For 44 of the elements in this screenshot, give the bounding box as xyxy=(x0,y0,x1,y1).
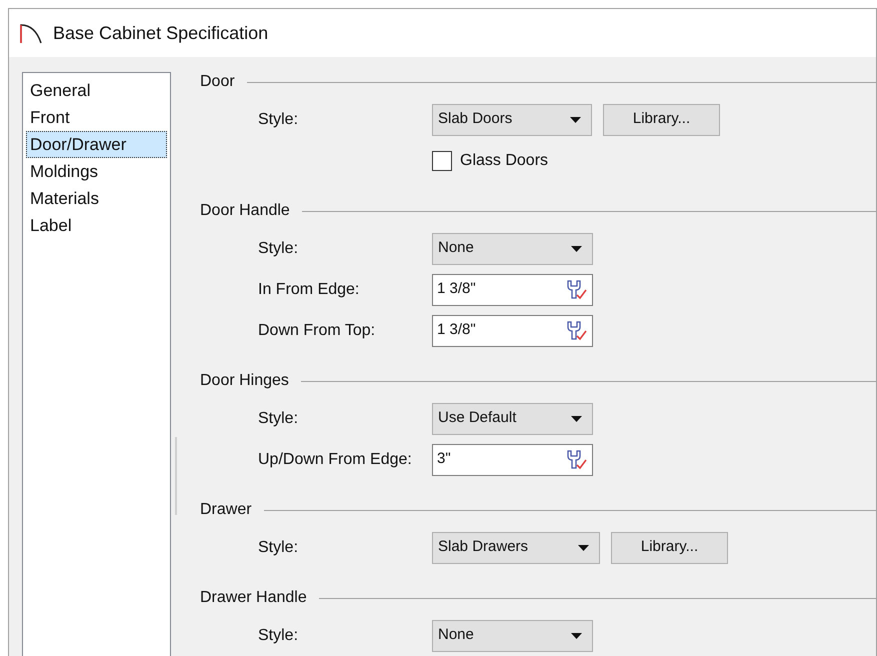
caret-icon xyxy=(571,416,582,422)
caret-icon xyxy=(571,632,582,638)
style-dropdown[interactable]: None xyxy=(432,620,593,652)
section-heading: Door Hinges xyxy=(200,371,289,391)
field-label: Style: xyxy=(257,538,300,558)
measurement-field[interactable]: 3" xyxy=(432,444,593,476)
field-label: Up/Down From Edge: xyxy=(257,450,413,470)
sidebar-item[interactable]: Front xyxy=(26,104,167,131)
library-button[interactable]: Library... xyxy=(611,532,728,564)
section-heading: Drawer xyxy=(200,500,252,520)
sidebar-item[interactable]: Door/Drawer xyxy=(26,131,167,158)
dropdown-value: None xyxy=(438,238,474,258)
field-label: Style: xyxy=(257,408,300,428)
caret-icon xyxy=(578,544,589,550)
field-label: Style: xyxy=(257,238,300,258)
field-label: Style: xyxy=(257,110,300,130)
field-label: Down From Top: xyxy=(257,320,376,340)
caret-icon xyxy=(571,246,582,252)
checkbox-label: Glass Doors xyxy=(460,150,548,170)
section-heading: Door xyxy=(200,72,235,92)
arch-icon xyxy=(19,22,43,44)
dropdown-value: None xyxy=(438,625,474,646)
sidebar-item[interactable]: Materials xyxy=(26,185,167,212)
style-dropdown[interactable]: None xyxy=(432,232,593,264)
library-button[interactable]: Library... xyxy=(603,104,720,136)
splitter-handle[interactable] xyxy=(175,437,177,515)
section-heading: Drawer Handle xyxy=(200,588,307,608)
style-dropdown[interactable]: Slab Doors xyxy=(432,104,592,136)
dropdown-value: Use Default xyxy=(438,408,516,428)
field-label: In From Edge: xyxy=(257,280,360,300)
style-dropdown[interactable]: Use Default xyxy=(432,402,593,434)
caret-icon xyxy=(570,116,581,122)
sidebar-item[interactable]: Moldings xyxy=(26,158,167,185)
measurement-field[interactable]: 1 3/8" xyxy=(432,274,593,306)
sidebar-item[interactable]: Label xyxy=(26,212,167,239)
dropdown-value: Slab Drawers xyxy=(438,537,528,558)
dropdown-value: Slab Doors xyxy=(438,109,512,130)
window-title: Base Cabinet Specification xyxy=(53,22,268,45)
measurement-field[interactable]: 1 3/8" xyxy=(432,314,593,346)
sidebar-item[interactable]: General xyxy=(26,77,167,104)
section-heading: Door Handle xyxy=(200,201,290,221)
checkbox[interactable] xyxy=(432,150,452,170)
style-dropdown[interactable]: Slab Drawers xyxy=(432,532,600,564)
field-label: Style: xyxy=(257,626,300,646)
